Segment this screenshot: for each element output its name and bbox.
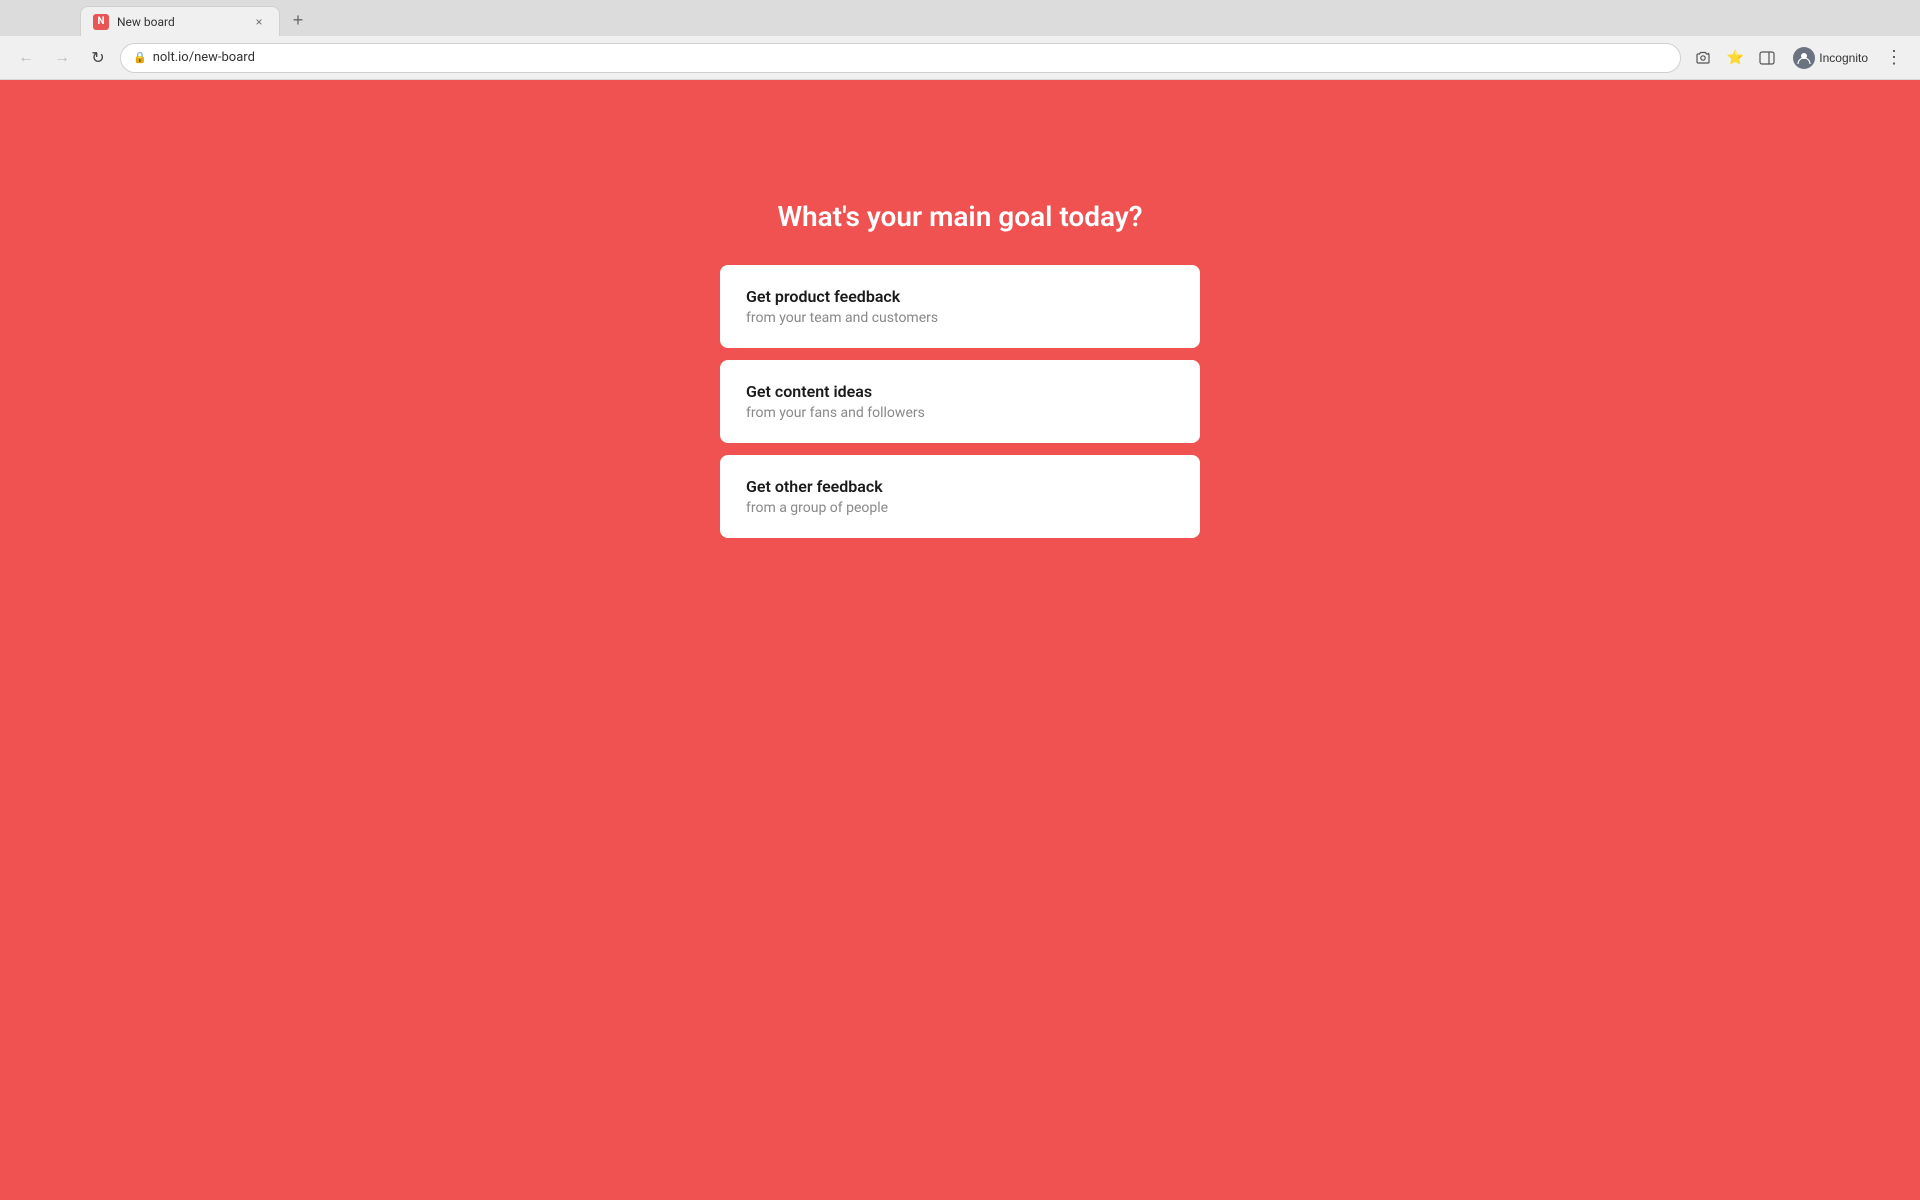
tab-title: New board [117, 15, 243, 29]
browser-menu-button[interactable]: ⋮ [1880, 44, 1908, 72]
url-text: nolt.io/new-board [153, 50, 1669, 65]
option-product-feedback-title: Get product feedback [746, 287, 1174, 306]
browser-toolbar: ← → ↻ 🔒 nolt.io/new-board ⭐ [0, 36, 1920, 80]
browser-window: N New board × + ← → ↻ 🔒 nolt.io/new-boar… [0, 0, 1920, 1200]
address-bar[interactable]: 🔒 nolt.io/new-board [120, 43, 1681, 73]
sidebar-button[interactable] [1753, 44, 1781, 72]
tab-close-button[interactable]: × [251, 14, 267, 30]
tab-bar: N New board × + [0, 0, 1920, 36]
camera-icon-button[interactable] [1689, 44, 1717, 72]
back-button[interactable]: ← [12, 44, 40, 72]
incognito-avatar [1793, 47, 1815, 69]
option-product-feedback-subtitle: from your team and customers [746, 310, 1174, 326]
toolbar-actions: ⭐ Incognito ⋮ [1689, 44, 1908, 72]
reload-button[interactable]: ↻ [84, 44, 112, 72]
new-tab-button[interactable]: + [284, 6, 312, 34]
page-heading: What's your main goal today? [777, 200, 1142, 233]
forward-button[interactable]: → [48, 44, 76, 72]
option-product-feedback[interactable]: Get product feedback from your team and … [720, 265, 1200, 348]
page-content: What's your main goal today? Get product… [0, 80, 1920, 1200]
bookmark-button[interactable]: ⭐ [1721, 44, 1749, 72]
option-content-ideas-subtitle: from your fans and followers [746, 405, 1174, 421]
option-other-feedback-title: Get other feedback [746, 477, 1174, 496]
options-container: Get product feedback from your team and … [720, 265, 1200, 538]
option-other-feedback[interactable]: Get other feedback from a group of peopl… [720, 455, 1200, 538]
lock-icon: 🔒 [133, 51, 147, 64]
incognito-button[interactable]: Incognito [1785, 44, 1876, 72]
option-other-feedback-subtitle: from a group of people [746, 500, 1174, 516]
active-tab[interactable]: N New board × [80, 6, 280, 36]
incognito-label: Incognito [1819, 51, 1868, 65]
option-content-ideas-title: Get content ideas [746, 382, 1174, 401]
option-content-ideas[interactable]: Get content ideas from your fans and fol… [720, 360, 1200, 443]
tab-favicon: N [93, 14, 109, 30]
